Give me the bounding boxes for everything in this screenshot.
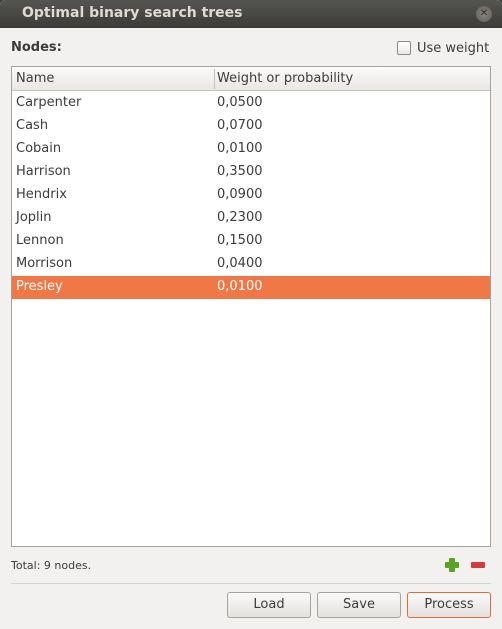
row-weight: 0,0700	[217, 118, 263, 133]
use-weight-toggle[interactable]: Use weight	[397, 40, 489, 56]
row-weight: 0,0400	[217, 256, 263, 271]
table-row[interactable]: Carpenter 0,0500	[12, 92, 490, 115]
title-bar[interactable]: Optimal binary search trees ✕	[0, 0, 502, 28]
total-count: Total: 9 nodes.	[11, 559, 92, 572]
use-weight-checkbox[interactable]	[397, 41, 411, 55]
row-weight: 0,0500	[217, 95, 263, 110]
table-row[interactable]: Joplin 0,2300	[12, 207, 490, 230]
row-name: Morrison	[16, 256, 73, 271]
row-weight: 0,0100	[217, 141, 263, 156]
nodes-table[interactable]: Name Weight or probability Carpenter 0,0…	[11, 66, 491, 547]
row-name: Presley	[16, 279, 63, 294]
column-separator[interactable]	[214, 69, 215, 89]
table-row[interactable]: Lennon 0,1500	[12, 230, 490, 253]
nodes-label: Nodes:	[11, 40, 62, 55]
table-row-selected[interactable]: Presley 0,0100	[12, 276, 490, 299]
row-name: Lennon	[16, 233, 64, 248]
window-title: Optimal binary search trees	[22, 5, 243, 21]
row-name: Joplin	[16, 210, 52, 225]
table-header: Name Weight or probability	[12, 67, 490, 91]
plus-icon[interactable]	[444, 557, 460, 573]
row-name: Cobain	[16, 141, 62, 156]
divider	[11, 583, 491, 584]
row-weight: 0,0100	[217, 279, 263, 294]
table-row[interactable]: Hendrix 0,0900	[12, 184, 490, 207]
row-weight: 0,1500	[217, 233, 263, 248]
row-name: Harrison	[16, 164, 71, 179]
table-row[interactable]: Cash 0,0700	[12, 115, 490, 138]
table-row[interactable]: Cobain 0,0100	[12, 138, 490, 161]
row-weight: 0,0900	[217, 187, 263, 202]
row-weight: 0,2300	[217, 210, 263, 225]
row-name: Carpenter	[16, 95, 82, 110]
table-row[interactable]: Harrison 0,3500	[12, 161, 490, 184]
dialog-window: Optimal binary search trees ✕ Nodes: Use…	[0, 0, 502, 629]
row-weight: 0,3500	[217, 164, 263, 179]
row-name: Hendrix	[16, 187, 67, 202]
row-name: Cash	[16, 118, 49, 133]
process-button[interactable]: Process	[407, 592, 491, 618]
column-header-weight[interactable]: Weight or probability	[217, 71, 353, 86]
minus-icon[interactable]	[470, 557, 486, 573]
close-icon[interactable]: ✕	[476, 6, 492, 22]
column-header-name[interactable]: Name	[16, 71, 54, 86]
save-button[interactable]: Save	[317, 592, 401, 618]
load-button[interactable]: Load	[227, 592, 311, 618]
use-weight-label: Use weight	[417, 40, 490, 56]
table-row[interactable]: Morrison 0,0400	[12, 253, 490, 276]
